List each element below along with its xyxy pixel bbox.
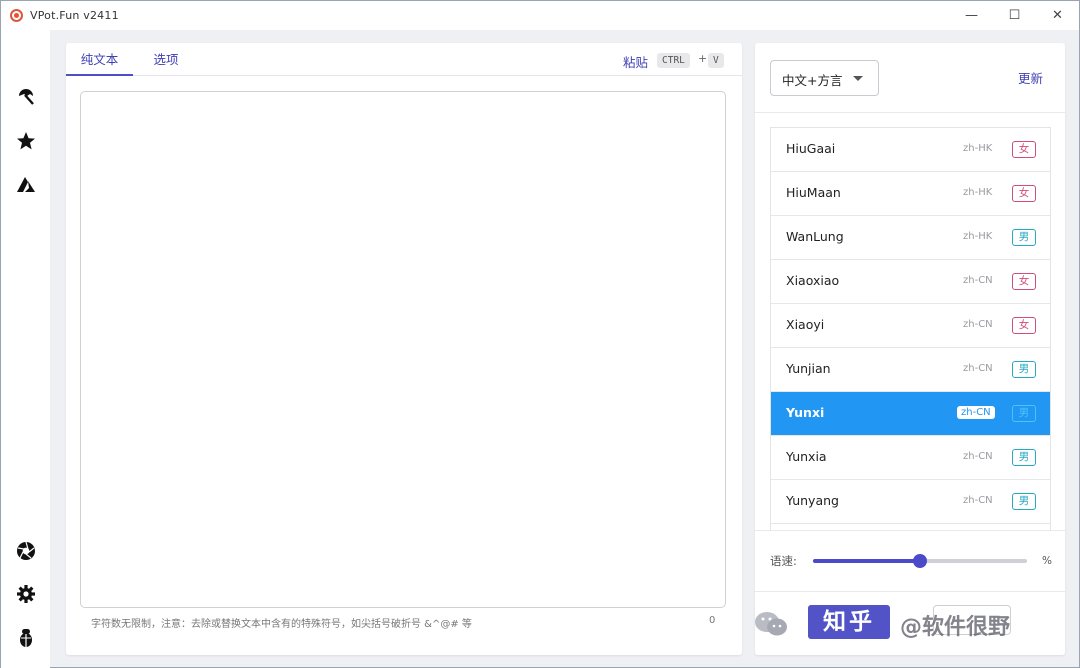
voice-locale: zh-HK	[963, 187, 993, 198]
app-window: VPot.Fun v2411 — ☐ ✕ 纯文本 选项 粘贴 CTRL + V …	[0, 0, 1080, 668]
language-select[interactable]: 中文+方言	[770, 60, 879, 96]
watermark-author: @软件很野	[900, 615, 1011, 640]
kbd-ctrl: CTRL	[657, 53, 690, 68]
window-title: VPot.Fun v2411	[30, 9, 119, 22]
voice-locale: zh-CN	[963, 495, 993, 506]
voice-gender-badge: 女	[1012, 273, 1036, 290]
paste-button[interactable]: 粘贴	[623, 52, 648, 71]
kbd-plus: +	[698, 52, 708, 65]
voice-locale: zh-CN	[963, 319, 993, 330]
voice-item-wanlung[interactable]: WanLung zh-HK 男	[771, 216, 1050, 260]
maximize-icon: ☐	[1008, 8, 1021, 23]
voice-name: HiuMaan	[786, 185, 841, 200]
umbrella-icon[interactable]	[15, 86, 37, 108]
voice-item-yunyang[interactable]: Yunyang zh-CN 男	[771, 480, 1050, 524]
voice-item-hiugaai[interactable]: HiuGaai zh-HK 女	[771, 128, 1050, 172]
divider	[755, 112, 1065, 113]
voice-locale: zh-CN	[957, 406, 995, 419]
language-value: 中文+方言	[782, 73, 843, 88]
close-icon: ✕	[1052, 8, 1063, 23]
bug-icon[interactable]	[15, 627, 37, 649]
editor-tabs: 纯文本 选项 粘贴 CTRL + V	[66, 43, 742, 76]
voice-locale: zh-HK	[963, 231, 993, 242]
azure-icon[interactable]	[15, 174, 37, 196]
voice-gender-badge: 男	[1012, 361, 1036, 378]
title-bar: VPot.Fun v2411 — ☐ ✕	[1, 1, 1079, 30]
chevron-down-icon	[853, 76, 863, 81]
minimize-button[interactable]: —	[950, 1, 993, 30]
speed-slider-thumb[interactable]	[913, 554, 927, 568]
input-hint: 字符数无限制，注意：去除或替换文本中含有的特殊符号，如尖括号破折号 &^@# 等	[91, 619, 472, 630]
gear-icon[interactable]	[15, 583, 37, 605]
speed-slider[interactable]	[813, 554, 1027, 568]
divider	[755, 591, 1065, 592]
divider	[755, 530, 1065, 531]
zhihu-logo: 知乎	[808, 605, 890, 639]
voice-gender-badge: 女	[1012, 141, 1036, 158]
voice-name: Yunyang	[786, 493, 839, 508]
voice-locale: zh-CN	[963, 275, 993, 286]
voice-item-xiaoxiao[interactable]: Xiaoxiao zh-CN 女	[771, 260, 1050, 304]
voice-panel: 中文+方言 更新 HiuGaai zh-HK 女 HiuMaan zh-HK 女 WanLu…	[755, 43, 1065, 655]
aperture-icon[interactable]	[15, 540, 37, 562]
voice-item-yunxi[interactable]: Yunxi zh-CN 男	[771, 392, 1050, 436]
speed-unit: %	[1042, 555, 1052, 567]
voice-locale: zh-HK	[963, 143, 993, 154]
sidebar	[1, 30, 50, 668]
voice-name: WanLung	[786, 229, 844, 244]
maximize-button[interactable]: ☐	[993, 1, 1036, 30]
tab-plain-text[interactable]: 纯文本	[66, 43, 133, 76]
app-logo-icon	[10, 9, 23, 22]
voice-name: Yunjian	[786, 361, 831, 376]
speed-label: 语速:	[770, 554, 797, 568]
voice-item-xiaoyi[interactable]: Xiaoyi zh-CN 女	[771, 304, 1050, 348]
voice-gender-badge: 男	[1012, 449, 1036, 466]
star-icon[interactable]	[15, 130, 37, 152]
voice-item-hiumaan[interactable]: HiuMaan zh-HK 女	[771, 172, 1050, 216]
kbd-v: V	[708, 53, 724, 68]
voice-name: Yunxia	[786, 449, 827, 464]
window-controls: — ☐ ✕	[950, 1, 1079, 30]
voice-locale: zh-CN	[963, 451, 993, 462]
voice-name: HiuGaai	[786, 141, 836, 156]
voice-name: Xiaoxiao	[786, 273, 840, 288]
voice-item-yunjian[interactable]: Yunjian zh-CN 男	[771, 348, 1050, 392]
voice-name: Xiaoyi	[786, 317, 825, 332]
close-button[interactable]: ✕	[1036, 1, 1079, 30]
wechat-icon	[755, 612, 787, 636]
speed-slider-fill	[813, 559, 920, 563]
char-count: 0	[709, 615, 716, 626]
tab-options[interactable]: 选项	[144, 43, 188, 76]
minimize-icon: —	[965, 8, 978, 23]
text-input[interactable]	[80, 91, 726, 608]
update-button[interactable]: 更新	[1018, 68, 1043, 87]
voice-gender-badge: 男	[1012, 493, 1036, 510]
voice-list[interactable]: HiuGaai zh-HK 女 HiuMaan zh-HK 女 WanLung zh-HK 男 X…	[770, 127, 1051, 531]
editor-panel: 纯文本 选项 粘贴 CTRL + V 字符数无限制，注意：去除或替换文本中含有的…	[66, 43, 742, 655]
voice-gender-badge: 男	[1012, 229, 1036, 246]
voice-gender-badge: 男	[1012, 405, 1036, 422]
voice-gender-badge: 女	[1012, 317, 1036, 334]
voice-locale: zh-CN	[963, 363, 993, 374]
voice-gender-badge: 女	[1012, 185, 1036, 202]
voice-item-yunxia[interactable]: Yunxia zh-CN 男	[771, 436, 1050, 480]
voice-name: Yunxi	[786, 405, 825, 420]
watermark: 知乎 @软件很野	[753, 601, 1063, 651]
